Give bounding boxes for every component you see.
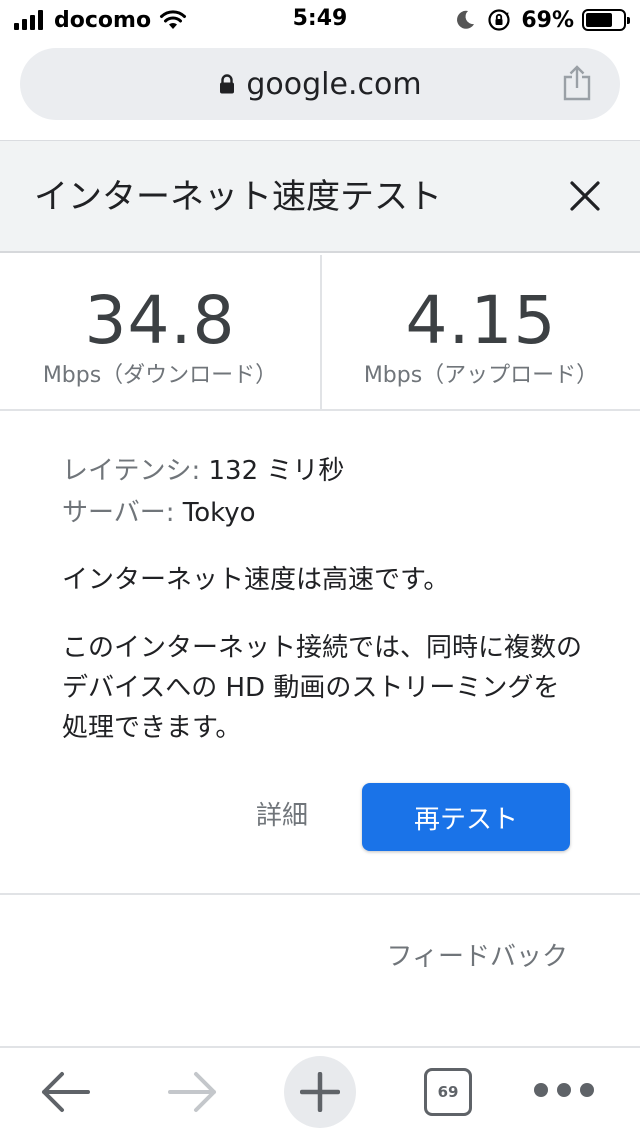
rotation-lock-icon <box>488 9 510 31</box>
url-domain: google.com <box>246 66 422 102</box>
speed-verdict: インターネット速度は高速です。 <box>62 565 450 595</box>
speed-description: このインターネット接続では、同時に複数のデバイスへの HD 動画のストリーミング… <box>62 633 583 743</box>
close-icon[interactable] <box>568 179 602 213</box>
more-icon[interactable] <box>534 1078 594 1102</box>
back-icon[interactable] <box>38 1068 92 1116</box>
latency-row: レイテンシ: 132 ミリ秒 <box>62 450 602 492</box>
page-title: インターネット速度テスト <box>34 177 442 217</box>
connection-details: レイテンシ: 132 ミリ秒 サーバー: Tokyo <box>62 450 602 534</box>
upload-speed-unit: Mbps（アップロード） <box>363 363 599 388</box>
server-value: Tokyo <box>174 498 256 528</box>
moon-icon <box>457 10 475 29</box>
browser-toolbar: 69 <box>0 1046 640 1136</box>
latency-value: 132 ミリ秒 <box>200 456 345 486</box>
speed-results: 34.8 Mbps（ダウンロード） 4.15 Mbps（アップロード） <box>0 255 640 411</box>
address-bar[interactable]: google.com <box>20 48 620 120</box>
upload-result: 4.15 Mbps（アップロード） <box>320 255 640 411</box>
share-icon[interactable] <box>560 64 594 102</box>
lock-icon <box>220 74 235 94</box>
download-speed-value: 34.8 <box>84 282 236 359</box>
forward-icon[interactable] <box>166 1068 220 1116</box>
server-label: サーバー: <box>62 498 175 528</box>
feedback-link[interactable]: フィードバック <box>387 936 568 973</box>
status-bar-right: 69% <box>453 6 630 34</box>
latency-label: レイテンシ: <box>62 456 201 486</box>
new-tab-button[interactable] <box>284 1056 356 1128</box>
status-bar: docomo 5:49 69% <box>0 0 640 40</box>
upload-speed-value: 4.15 <box>405 282 557 359</box>
server-row: サーバー: Tokyo <box>62 492 602 534</box>
speed-test-header: インターネット速度テスト <box>0 141 640 253</box>
download-speed-unit: Mbps（ダウンロード） <box>42 363 278 388</box>
battery-icon <box>582 9 630 31</box>
tabs-icon[interactable]: 69 <box>424 1068 472 1116</box>
battery-percent: 69% <box>521 7 574 33</box>
new-tab-icon <box>300 1072 340 1112</box>
divider <box>0 893 640 895</box>
download-result: 34.8 Mbps（ダウンロード） <box>0 255 320 411</box>
retest-button[interactable]: 再テスト <box>362 783 570 851</box>
details-link[interactable]: 詳細 <box>256 795 308 832</box>
